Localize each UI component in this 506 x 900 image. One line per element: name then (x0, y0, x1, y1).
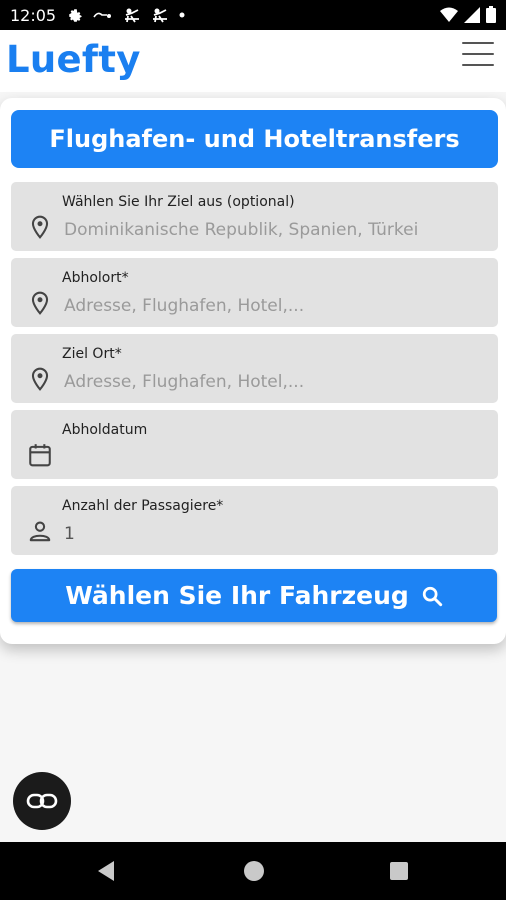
wifi-icon (440, 7, 458, 28)
dot-icon (179, 5, 185, 25)
pickup-input[interactable]: Adresse, Flughafen, Hotel,... (64, 296, 304, 316)
status-time: 12:05 (10, 6, 57, 25)
calendar-icon (29, 444, 51, 467)
destination-field[interactable]: Wählen Sie Ihr Ziel aus (optional) Domin… (11, 182, 498, 251)
location-pin-icon (31, 291, 49, 315)
destination-input[interactable]: Dominikanische Republik, Spanien, Türkei (64, 220, 418, 240)
floating-action-button[interactable] (13, 772, 71, 830)
destination-label: Wählen Sie Ihr Ziel aus (optional) (62, 194, 295, 210)
pickup-label: Abholort* (62, 270, 129, 286)
choose-vehicle-button[interactable]: Wählen Sie Ihr Fahrzeug (11, 569, 497, 622)
choose-vehicle-label: Wählen Sie Ihr Fahrzeug (65, 581, 409, 610)
target-input[interactable]: Adresse, Flughafen, Hotel,... (64, 372, 304, 392)
search-icon (422, 586, 442, 606)
recents-icon[interactable] (390, 862, 408, 880)
banner-title: Flughafen- und Hoteltransfers (49, 125, 460, 153)
status-bar: 12:05 (0, 0, 506, 30)
person-icon (29, 521, 51, 542)
location-pin-icon (31, 215, 49, 239)
location-pin-icon (31, 367, 49, 391)
passengers-label: Anzahl der Passagiere* (62, 498, 224, 514)
passengers-input[interactable]: 1 (64, 524, 75, 544)
date-label: Abholdatum (62, 422, 148, 438)
tennis-icon (123, 5, 141, 25)
home-icon[interactable] (244, 861, 264, 881)
pickup-field[interactable]: Abholort* Adresse, Flughafen, Hotel,... (11, 258, 498, 327)
notification-icon (93, 5, 113, 25)
hamburger-menu-icon[interactable] (462, 42, 494, 66)
battery-icon (486, 6, 496, 28)
app-bar: Luefty (0, 30, 506, 92)
date-field[interactable]: Abholdatum (11, 410, 498, 479)
signal-icon (464, 6, 480, 28)
app-logo[interactable]: Luefty (6, 38, 141, 81)
back-icon[interactable] (96, 860, 116, 882)
tennis-icon (151, 5, 169, 25)
booking-card: Flughafen- und Hoteltransfers Wählen Sie… (0, 98, 506, 644)
transfer-banner: Flughafen- und Hoteltransfers (11, 110, 498, 168)
passengers-field[interactable]: Anzahl der Passagiere* 1 (11, 486, 498, 555)
target-field[interactable]: Ziel Ort* Adresse, Flughafen, Hotel,... (11, 334, 498, 403)
target-label: Ziel Ort* (62, 346, 122, 362)
settings-icon (68, 5, 83, 25)
system-nav-bar (0, 842, 506, 900)
infinity-icon (26, 793, 58, 809)
